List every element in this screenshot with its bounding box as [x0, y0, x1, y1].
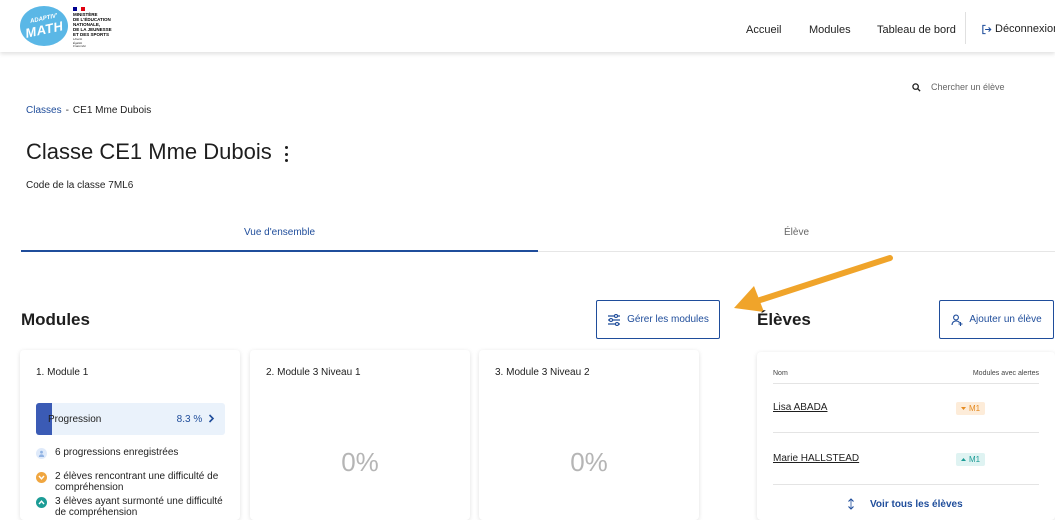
student-name-link[interactable]: Lisa ABADA [773, 402, 827, 413]
class-code: Code de la classe 7ML6 [26, 180, 134, 191]
stat-progressions: 6 progressions enregistrées [36, 447, 236, 459]
add-user-icon [951, 314, 963, 326]
divider [773, 383, 1039, 384]
manage-modules-button[interactable]: Gérer les modules [596, 300, 720, 339]
logout-icon [982, 24, 992, 34]
divider [773, 484, 1039, 485]
alert-badge: M1 [956, 402, 985, 415]
students-card: Nom Modules avec alertes Lisa ABADA M1 M… [757, 352, 1055, 520]
add-student-button[interactable]: Ajouter un élève [939, 300, 1054, 339]
breadcrumb-classes-link[interactable]: Classes [26, 105, 62, 116]
tab-eleve[interactable]: Élève [538, 227, 1055, 252]
breadcrumb-separator: - [65, 105, 69, 116]
module-card-title: 1. Module 1 [36, 367, 89, 378]
module-card-2[interactable]: 2. Module 3 Niveau 1 0% [250, 350, 470, 520]
chevron-down-icon [36, 472, 47, 483]
app-header: ADAPTIV' MATH MINISTÈRE DE L'ÉDUCATION N… [0, 0, 1055, 52]
nav-modules[interactable]: Modules [809, 24, 851, 36]
module-card-1[interactable]: 1. Module 1 Progression 8.3 % 6 progress… [20, 350, 240, 520]
ministry-logo: MINISTÈRE DE L'ÉDUCATION NATIONALE, DE L… [73, 7, 133, 49]
divider [773, 432, 1039, 433]
progress-label: Progression [48, 414, 102, 425]
sliders-icon [608, 313, 621, 326]
nav-tableau-de-bord[interactable]: Tableau de bord [877, 24, 956, 36]
adaptiv-math-logo[interactable]: ADAPTIV' MATH [20, 6, 68, 46]
chevron-up-icon [36, 497, 47, 508]
caret-down-icon [960, 407, 966, 410]
expand-icon [848, 498, 854, 510]
student-search[interactable]: Chercher un élève [912, 82, 1005, 92]
progress-value: 8.3 % [177, 414, 215, 425]
logout-button[interactable]: Déconnexion [981, 23, 1055, 35]
stat-difficulty: 2 élèves rencontrant une difficulté de c… [36, 471, 236, 493]
alert-badge: M1 [956, 453, 985, 466]
module-percent: 0% [570, 447, 608, 477]
see-all-students-link[interactable]: Voir tous les élèves [847, 498, 963, 510]
more-options-icon[interactable] [283, 146, 289, 162]
module-percent: 0% [341, 447, 379, 477]
column-header-name: Nom [773, 370, 788, 377]
module-card-title: 3. Module 3 Niveau 2 [495, 367, 590, 378]
chevron-right-icon [208, 414, 215, 423]
column-header-alerts: Modules avec alertes [972, 370, 1039, 377]
page-title: Classe CE1 Mme Dubois [26, 139, 272, 164]
breadcrumb-current: CE1 Mme Dubois [72, 105, 152, 116]
module-card-3[interactable]: 3. Module 3 Niveau 2 0% [479, 350, 699, 520]
caret-up-icon [960, 458, 966, 461]
breadcrumb: Classes - CE1 Mme Dubois [26, 105, 151, 116]
nav-divider [965, 12, 966, 44]
stat-overcome: 3 élèves ayant surmonté une difficulté d… [36, 496, 236, 518]
nav-accueil[interactable]: Accueil [746, 24, 781, 36]
person-icon [36, 448, 47, 459]
students-title: Élèves [757, 310, 811, 329]
tab-vue-ensemble[interactable]: Vue d'ensemble [21, 227, 538, 252]
search-placeholder: Chercher un élève [931, 82, 1005, 92]
module-card-title: 2. Module 3 Niveau 1 [266, 367, 361, 378]
search-icon [912, 82, 921, 92]
modules-title: Modules [21, 310, 90, 329]
annotation-arrow-icon [734, 255, 893, 312]
student-name-link[interactable]: Marie HALLSTEAD [773, 453, 859, 464]
french-flag-icon [73, 7, 85, 11]
progress-bar[interactable]: Progression 8.3 % [36, 403, 225, 435]
